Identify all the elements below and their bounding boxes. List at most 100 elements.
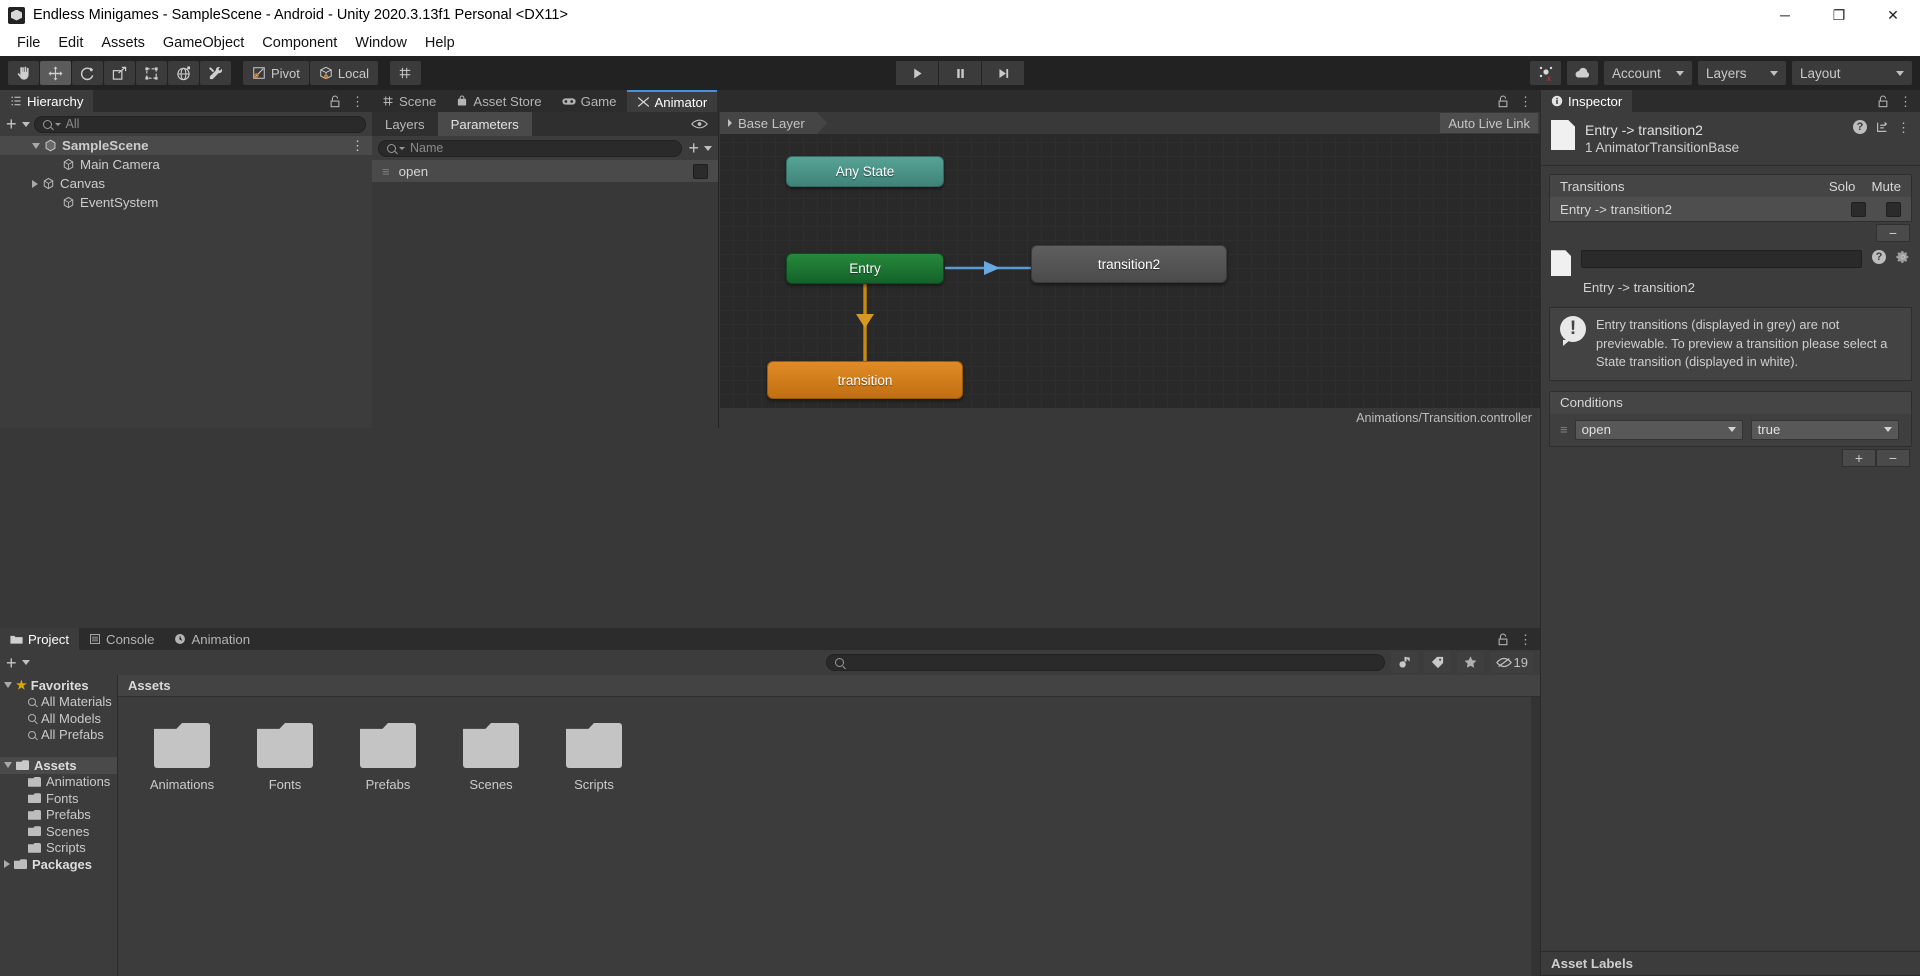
asset-labels-header[interactable]: Asset Labels bbox=[1541, 952, 1920, 976]
gear-icon[interactable] bbox=[1896, 250, 1910, 264]
project-tree-item-all-materials[interactable]: All Materials bbox=[0, 694, 117, 711]
chevron-down-icon[interactable] bbox=[4, 682, 12, 689]
menu-gameobject[interactable]: GameObject bbox=[154, 33, 253, 53]
cloud-icon[interactable] bbox=[1567, 61, 1598, 85]
tab-game[interactable]: Game bbox=[551, 90, 627, 112]
parameter-search-input[interactable]: Name bbox=[378, 139, 683, 157]
tab-console[interactable]: Console bbox=[79, 628, 165, 650]
state-node-any-state[interactable]: Any State bbox=[786, 156, 944, 187]
account-dropdown[interactable]: Account bbox=[1604, 61, 1692, 85]
help-icon[interactable]: ? bbox=[1872, 250, 1886, 265]
custom-tool-button[interactable] bbox=[200, 61, 231, 85]
mute-checkbox[interactable] bbox=[1886, 201, 1901, 217]
hierarchy-search-input[interactable]: All bbox=[33, 115, 366, 133]
project-tree-item-prefabs[interactable]: Prefabs bbox=[0, 807, 117, 824]
asset-item-scripts[interactable]: Scripts bbox=[555, 723, 633, 792]
pivot-toggle-button[interactable]: Pivot bbox=[243, 61, 309, 85]
state-node-entry[interactable]: Entry bbox=[786, 253, 944, 284]
menu-component[interactable]: Component bbox=[253, 33, 346, 53]
lock-icon[interactable] bbox=[329, 95, 341, 108]
pause-button[interactable] bbox=[939, 61, 981, 85]
help-icon[interactable]: ? bbox=[1853, 120, 1867, 134]
inspector-asset-menu-icon[interactable]: ⋮ bbox=[1897, 121, 1910, 134]
project-tree-item-fonts[interactable]: Fonts bbox=[0, 790, 117, 807]
tab-hierarchy[interactable]: Hierarchy bbox=[0, 90, 94, 112]
chevron-down-icon[interactable] bbox=[32, 142, 40, 149]
preset-icon[interactable] bbox=[1875, 120, 1889, 134]
hand-tool-button[interactable] bbox=[8, 61, 39, 85]
scale-tool-button[interactable] bbox=[104, 61, 135, 85]
hidden-packages-count[interactable]: 19 bbox=[1489, 652, 1534, 673]
tab-scene[interactable]: Scene bbox=[372, 90, 447, 112]
transition-list-item[interactable]: Entry -> transition2 bbox=[1550, 197, 1911, 222]
project-menu-icon[interactable]: ⋮ bbox=[1519, 633, 1532, 646]
state-node-transition2[interactable]: transition2 bbox=[1031, 245, 1227, 283]
maximize-button[interactable]: ❐ bbox=[1812, 0, 1866, 30]
lock-icon[interactable] bbox=[1497, 633, 1509, 646]
menu-edit[interactable]: Edit bbox=[49, 33, 92, 53]
parameter-bool-checkbox[interactable] bbox=[693, 163, 708, 179]
project-create-button[interactable]: + bbox=[6, 654, 30, 672]
auto-live-link-button[interactable]: Auto Live Link bbox=[1440, 113, 1538, 133]
menu-file[interactable]: File bbox=[8, 33, 49, 53]
filter-by-type-icon[interactable] bbox=[1390, 652, 1418, 673]
project-tree-item-all-models[interactable]: All Models bbox=[0, 710, 117, 727]
grid-snap-button[interactable] bbox=[389, 61, 421, 85]
animator-state-graph[interactable]: Any State Entry transition2 transition bbox=[720, 134, 1540, 408]
project-tree-item-scenes[interactable]: Scenes bbox=[0, 823, 117, 840]
layers-dropdown[interactable]: Layers bbox=[1698, 61, 1786, 85]
drag-handle-icon[interactable]: ≡ bbox=[382, 164, 390, 179]
inspector-menu-icon[interactable]: ⋮ bbox=[1899, 95, 1912, 108]
project-tree-item-packages[interactable]: Packages bbox=[0, 856, 117, 873]
hierarchy-item-samplescene[interactable]: SampleScene ⋮ bbox=[0, 136, 372, 155]
subtab-parameters[interactable]: Parameters bbox=[437, 112, 532, 136]
project-tree-item-all-prefabs[interactable]: All Prefabs bbox=[0, 727, 117, 744]
lock-icon[interactable] bbox=[1497, 95, 1509, 108]
project-tree-item-assets[interactable]: Assets bbox=[0, 757, 117, 774]
menu-window[interactable]: Window bbox=[346, 33, 416, 53]
condition-value-select[interactable]: true bbox=[1750, 419, 1899, 440]
menu-help[interactable]: Help bbox=[416, 33, 464, 53]
lock-icon[interactable] bbox=[1877, 95, 1889, 108]
transition-name-input[interactable] bbox=[1581, 250, 1862, 269]
tab-project[interactable]: Project bbox=[0, 628, 80, 650]
rotate-tool-button[interactable] bbox=[72, 61, 103, 85]
tab-animator[interactable]: Animator bbox=[626, 90, 718, 112]
animator-menu-icon[interactable]: ⋮ bbox=[1519, 95, 1532, 108]
breadcrumb-base-layer[interactable]: Base Layer bbox=[720, 112, 827, 134]
parameter-row-open[interactable]: ≡ open bbox=[372, 160, 718, 182]
add-parameter-button[interactable]: + bbox=[688, 139, 712, 157]
filter-by-label-icon[interactable] bbox=[1423, 652, 1451, 673]
close-button[interactable]: ✕ bbox=[1866, 0, 1920, 30]
layout-dropdown[interactable]: Layout bbox=[1792, 61, 1912, 85]
hierarchy-item-main-camera[interactable]: Main Camera bbox=[0, 155, 372, 174]
project-tree-item-scripts[interactable]: Scripts bbox=[0, 840, 117, 857]
minimize-button[interactable]: ─ bbox=[1758, 0, 1812, 30]
tab-asset-store[interactable]: Asset Store bbox=[446, 90, 552, 112]
subtab-layers[interactable]: Layers bbox=[372, 112, 438, 136]
project-scrollbar[interactable] bbox=[1531, 697, 1540, 976]
menu-assets[interactable]: Assets bbox=[92, 33, 154, 53]
project-search-input[interactable] bbox=[825, 654, 1385, 671]
favorites-icon[interactable] bbox=[1456, 652, 1484, 673]
collab-icon[interactable]: x bbox=[1530, 61, 1561, 85]
hierarchy-menu-icon[interactable]: ⋮ bbox=[351, 95, 364, 108]
project-tree-item-animations[interactable]: Animations bbox=[0, 774, 117, 791]
remove-condition-button[interactable]: − bbox=[1876, 448, 1910, 467]
project-tree-item-favorites[interactable]: ★ Favorites bbox=[0, 677, 117, 694]
hierarchy-add-button[interactable]: + bbox=[6, 115, 30, 133]
eye-icon[interactable] bbox=[691, 118, 708, 130]
tab-animation[interactable]: Animation bbox=[164, 628, 261, 650]
state-node-transition[interactable]: transition bbox=[767, 361, 963, 399]
asset-item-fonts[interactable]: Fonts bbox=[246, 723, 324, 792]
play-button[interactable] bbox=[896, 61, 938, 85]
asset-item-prefabs[interactable]: Prefabs bbox=[349, 723, 427, 792]
rect-tool-button[interactable] bbox=[136, 61, 167, 85]
asset-item-scenes[interactable]: Scenes bbox=[452, 723, 530, 792]
hierarchy-item-eventsystem[interactable]: EventSystem bbox=[0, 193, 372, 212]
tab-inspector[interactable]: Inspector bbox=[1541, 90, 1633, 112]
step-button[interactable] bbox=[982, 61, 1024, 85]
local-toggle-button[interactable]: Local bbox=[309, 61, 378, 85]
remove-transition-button[interactable]: − bbox=[1876, 224, 1910, 243]
chevron-right-icon[interactable] bbox=[32, 179, 38, 188]
